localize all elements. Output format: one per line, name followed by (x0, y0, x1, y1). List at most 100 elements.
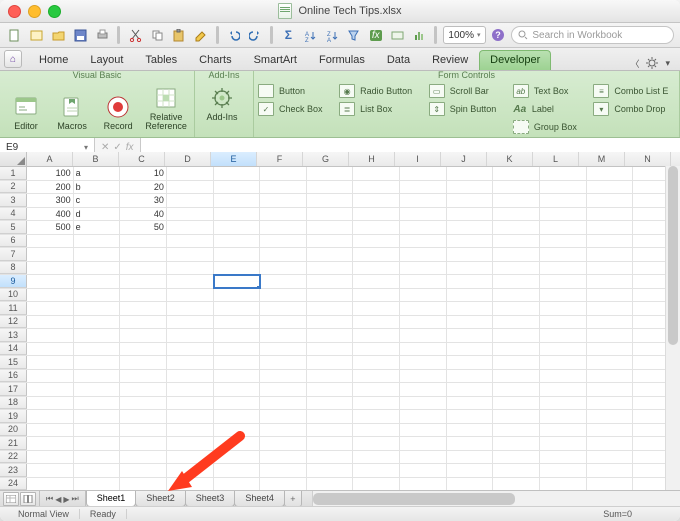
macros-button[interactable]: Macros (50, 73, 94, 132)
copy-icon[interactable] (148, 26, 166, 44)
cell[interactable] (353, 262, 400, 275)
cell[interactable] (353, 451, 400, 464)
cell[interactable] (493, 478, 540, 491)
cell[interactable] (353, 181, 400, 194)
cell[interactable]: 40 (120, 208, 167, 221)
sheet-tab-sheet4[interactable]: Sheet4 (234, 491, 285, 507)
cell[interactable] (120, 410, 167, 423)
insert-button-control[interactable]: Button (258, 83, 329, 99)
cell[interactable] (540, 343, 587, 356)
cell[interactable] (307, 397, 354, 410)
cell[interactable] (27, 410, 74, 423)
cell[interactable] (540, 275, 587, 288)
cell[interactable] (307, 437, 354, 450)
cell[interactable]: 500 (27, 221, 74, 234)
cell[interactable] (74, 356, 121, 369)
toggle-filter-icon[interactable] (345, 26, 363, 44)
cell[interactable] (307, 464, 354, 477)
cell[interactable] (353, 383, 400, 396)
row-header[interactable]: 21 (0, 437, 27, 450)
cell[interactable] (353, 343, 400, 356)
cell[interactable] (400, 275, 447, 288)
cell[interactable] (447, 302, 494, 315)
column-header[interactable]: B (73, 152, 119, 166)
cell[interactable] (307, 208, 354, 221)
cell[interactable] (120, 262, 167, 275)
cell[interactable] (447, 437, 494, 450)
cell[interactable] (260, 167, 307, 180)
cell[interactable] (587, 451, 634, 464)
cell[interactable] (493, 316, 540, 329)
cell[interactable] (120, 451, 167, 464)
cell[interactable] (540, 262, 587, 275)
row-header[interactable]: 14 (0, 343, 27, 356)
ribbon-tab-formulas[interactable]: Formulas (308, 50, 376, 70)
cell[interactable] (307, 383, 354, 396)
cell[interactable] (540, 356, 587, 369)
cell[interactable] (353, 208, 400, 221)
cell[interactable] (120, 383, 167, 396)
cell[interactable] (167, 248, 214, 261)
cell[interactable] (353, 478, 400, 491)
ribbon-tab-review[interactable]: Review (421, 50, 479, 70)
fx-icon[interactable]: fx (126, 142, 134, 153)
cell[interactable] (587, 356, 634, 369)
ribbon-tab-tables[interactable]: Tables (134, 50, 188, 70)
cell[interactable] (540, 181, 587, 194)
cell[interactable]: 200 (27, 181, 74, 194)
cell[interactable] (74, 275, 121, 288)
cell[interactable] (400, 383, 447, 396)
cell[interactable] (27, 235, 74, 248)
column-header[interactable]: J (441, 152, 487, 166)
cell[interactable] (307, 329, 354, 342)
cell[interactable] (587, 437, 634, 450)
record-macro-button[interactable]: Record (96, 73, 140, 132)
row-header[interactable]: 11 (0, 302, 27, 315)
cell[interactable] (120, 478, 167, 491)
cell[interactable] (493, 356, 540, 369)
cell[interactable] (447, 316, 494, 329)
column-header[interactable]: M (579, 152, 625, 166)
cell[interactable] (400, 167, 447, 180)
cell[interactable] (587, 424, 634, 437)
ribbon-scroll-chevron-icon[interactable]: 〈 (630, 57, 639, 70)
chart-icon[interactable] (411, 26, 429, 44)
cell[interactable] (493, 235, 540, 248)
cell[interactable] (493, 343, 540, 356)
horizontal-scrollbar[interactable] (312, 491, 680, 507)
cell[interactable] (493, 289, 540, 302)
cell[interactable] (447, 275, 494, 288)
cell[interactable] (307, 167, 354, 180)
column-header[interactable]: C (119, 152, 165, 166)
cell[interactable] (214, 383, 261, 396)
undo-icon[interactable] (225, 26, 243, 44)
print-icon[interactable] (93, 26, 111, 44)
cell[interactable] (447, 410, 494, 423)
row-header[interactable]: 6 (0, 235, 27, 248)
cell[interactable] (307, 181, 354, 194)
insert-textbox-control[interactable]: abText Box (513, 83, 584, 99)
cell[interactable] (307, 221, 354, 234)
cell[interactable] (260, 329, 307, 342)
cell[interactable] (587, 275, 634, 288)
cell[interactable] (260, 181, 307, 194)
vb-editor-button[interactable]: Editor (4, 73, 48, 132)
column-header[interactable]: D (165, 152, 211, 166)
insert-radio-control[interactable]: ◉Radio Button (339, 83, 419, 99)
cell[interactable] (540, 248, 587, 261)
cell[interactable] (74, 343, 121, 356)
cell[interactable] (27, 343, 74, 356)
cell[interactable] (493, 208, 540, 221)
insert-groupbox-control[interactable]: Group Box (513, 119, 584, 135)
cell[interactable] (27, 329, 74, 342)
cell[interactable] (27, 316, 74, 329)
cell[interactable] (400, 181, 447, 194)
row-header[interactable]: 10 (0, 289, 27, 302)
cell[interactable] (400, 464, 447, 477)
cell[interactable] (74, 464, 121, 477)
cell[interactable] (307, 248, 354, 261)
cell[interactable] (214, 437, 261, 450)
relative-reference-button[interactable]: Relative Reference (142, 73, 190, 132)
cell[interactable] (120, 235, 167, 248)
cell[interactable] (493, 437, 540, 450)
